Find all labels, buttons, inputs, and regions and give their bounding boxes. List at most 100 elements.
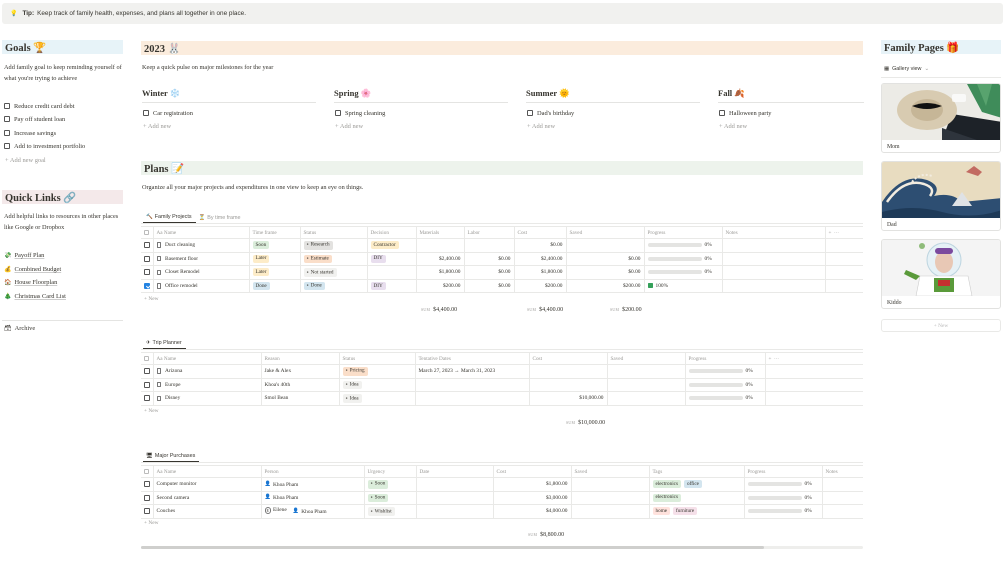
reason-cell[interactable]: Smol Bean	[261, 391, 340, 406]
column-header[interactable]: Progress	[744, 465, 823, 478]
saved-cell[interactable]	[571, 504, 650, 519]
column-header[interactable]: Saved	[566, 226, 645, 239]
row-checkbox[interactable]	[141, 377, 154, 392]
saved-cell[interactable]	[571, 490, 650, 505]
quick-link-combined-budget[interactable]: 💰 Combined Budget	[4, 265, 61, 274]
new-row-button[interactable]: + New	[144, 520, 159, 526]
new-row-button[interactable]: + New	[144, 408, 159, 414]
materials-cell[interactable]	[416, 238, 465, 253]
reason-cell[interactable]: Khoa's 40th	[261, 377, 340, 392]
add-column-button[interactable]: + ⋯	[765, 352, 863, 365]
column-header[interactable]: Person	[261, 465, 365, 478]
row-checkbox[interactable]	[141, 251, 154, 266]
person-cell[interactable]: E Eilene 👤 Khoa Pham	[261, 504, 365, 519]
status-cell[interactable]: Not started	[300, 265, 368, 280]
checkbox[interactable]	[144, 395, 150, 402]
table-row[interactable]: Duct cleaning Soon Research Contractor $0.00…	[141, 238, 863, 253]
date-cell[interactable]	[416, 477, 494, 492]
saved-cell[interactable]	[607, 391, 686, 406]
tab-family-projects[interactable]: 🔨 Family Projects	[143, 214, 196, 223]
name-cell[interactable]: Europe	[153, 377, 262, 392]
saved-cell[interactable]	[571, 477, 650, 492]
saved-cell[interactable]	[566, 238, 645, 253]
add-column-button[interactable]: + ⋯	[825, 226, 863, 239]
new-page-button[interactable]: + New	[881, 319, 1001, 332]
table-row[interactable]: CouchesEEilene 👤Khoa Pham Wishlist $4,000.0…	[141, 504, 863, 519]
column-header[interactable]: Status	[300, 226, 368, 239]
add-new-button[interactable]: + Add new	[719, 121, 747, 131]
table-row[interactable]: Disney Smol BeanIdea $10,000.00 0%	[141, 391, 863, 406]
materials-cell[interactable]: $200.00	[416, 278, 465, 294]
dates-cell[interactable]	[415, 377, 530, 392]
goal-item[interactable]: Increase savings	[4, 128, 56, 138]
season-item[interactable]: Spring cleaning	[335, 108, 385, 118]
column-header[interactable]: Progress	[685, 352, 766, 365]
table-row[interactable]: Computer monitor👤Khoa Pham Soon $1,800.00 e…	[141, 477, 863, 492]
status-cell[interactable]: Done	[300, 278, 368, 294]
saved-cell[interactable]: $200.00	[566, 278, 645, 294]
saved-cell[interactable]	[607, 364, 686, 379]
checkbox[interactable]	[144, 368, 150, 375]
column-header[interactable]: Time frame	[249, 226, 301, 239]
goal-item[interactable]: Reduce credit card debt	[4, 101, 75, 111]
quick-link-payoff-plan[interactable]: 💸 Payoff Plan	[4, 251, 44, 260]
column-header[interactable]: Notes	[722, 226, 826, 239]
column-header[interactable]: Saved	[607, 352, 686, 365]
tab-trip-planner[interactable]: ✈ Trip Planner	[143, 340, 186, 349]
column-header[interactable]: Cost	[493, 465, 572, 478]
tags-cell[interactable]: electronics office	[649, 477, 745, 492]
tab-by-time-frame[interactable]: ⏳ By time frame	[196, 215, 245, 223]
person-cell[interactable]: 👤 Khoa Pham	[261, 490, 365, 505]
new-row-button[interactable]: + New	[144, 296, 159, 302]
date-cell[interactable]	[416, 490, 494, 505]
dates-cell[interactable]: March 27, 2023 → March 31, 2023	[415, 364, 530, 379]
urgency-cell[interactable]: Soon	[364, 490, 417, 505]
name-cell[interactable]: Computer monitor	[153, 477, 262, 492]
labor-cell[interactable]: $0.00	[464, 251, 515, 266]
gallery-card-mom[interactable]: Mom	[881, 83, 1001, 153]
column-header[interactable]: Cost	[514, 226, 567, 239]
decision-cell[interactable]: DIY	[367, 278, 417, 294]
decision-cell[interactable]	[367, 265, 417, 280]
checkbox[interactable]	[144, 494, 150, 501]
select-all-checkbox[interactable]	[141, 465, 154, 478]
notes-cell[interactable]	[722, 265, 826, 280]
cost-cell[interactable]	[529, 364, 608, 379]
notes-cell[interactable]	[822, 477, 863, 492]
checkbox[interactable]	[144, 282, 150, 289]
name-cell[interactable]: Couches	[153, 504, 262, 519]
checkbox[interactable]	[4, 103, 10, 109]
decision-cell[interactable]: Contractor	[367, 238, 417, 253]
checkbox[interactable]	[144, 269, 150, 276]
column-header[interactable]: Tags	[649, 465, 745, 478]
saved-cell[interactable]	[607, 377, 686, 392]
saved-cell[interactable]: $0.00	[566, 265, 645, 280]
table-row[interactable]: Office remodelDoneDoneDIY$200.00$0.00$20…	[141, 278, 863, 294]
column-header[interactable]: Aa Name	[153, 226, 250, 239]
reason-cell[interactable]: Jake & Alex	[261, 364, 340, 379]
notes-cell[interactable]	[822, 490, 863, 505]
table-row[interactable]: Closet RemodelLaterNot started$1,800.00$…	[141, 265, 863, 280]
column-header[interactable]: Saved	[571, 465, 650, 478]
date-cell[interactable]	[416, 504, 494, 519]
goal-item[interactable]: Pay off student loan	[4, 114, 65, 124]
season-item[interactable]: Car registration	[143, 108, 193, 118]
quick-link-christmas-card-list[interactable]: 🎄 Christmas Card List	[4, 292, 66, 301]
checkbox[interactable]	[144, 481, 150, 488]
checkbox[interactable]	[144, 242, 150, 249]
horizontal-scrollbar[interactable]	[141, 546, 863, 549]
column-header[interactable]: Status	[339, 352, 416, 365]
row-checkbox[interactable]	[141, 238, 154, 253]
column-header[interactable]: Urgency	[364, 465, 417, 478]
checkbox[interactable]	[144, 255, 150, 262]
checkbox[interactable]	[144, 381, 150, 388]
gallery-card-kiddo[interactable]: Kiddo	[881, 239, 1001, 309]
column-header[interactable]: Aa Name	[153, 352, 262, 365]
status-cell[interactable]: Pricing	[339, 364, 416, 379]
table-row[interactable]: Arizona Jake & AlexPricing March 27, 2023 …	[141, 364, 863, 379]
season-item[interactable]: Dad's birthday	[527, 108, 574, 118]
scrollbar-thumb[interactable]	[141, 546, 764, 549]
time-frame-cell[interactable]: Later	[249, 251, 301, 266]
notes-cell[interactable]	[722, 278, 826, 294]
checkbox[interactable]	[527, 110, 533, 116]
